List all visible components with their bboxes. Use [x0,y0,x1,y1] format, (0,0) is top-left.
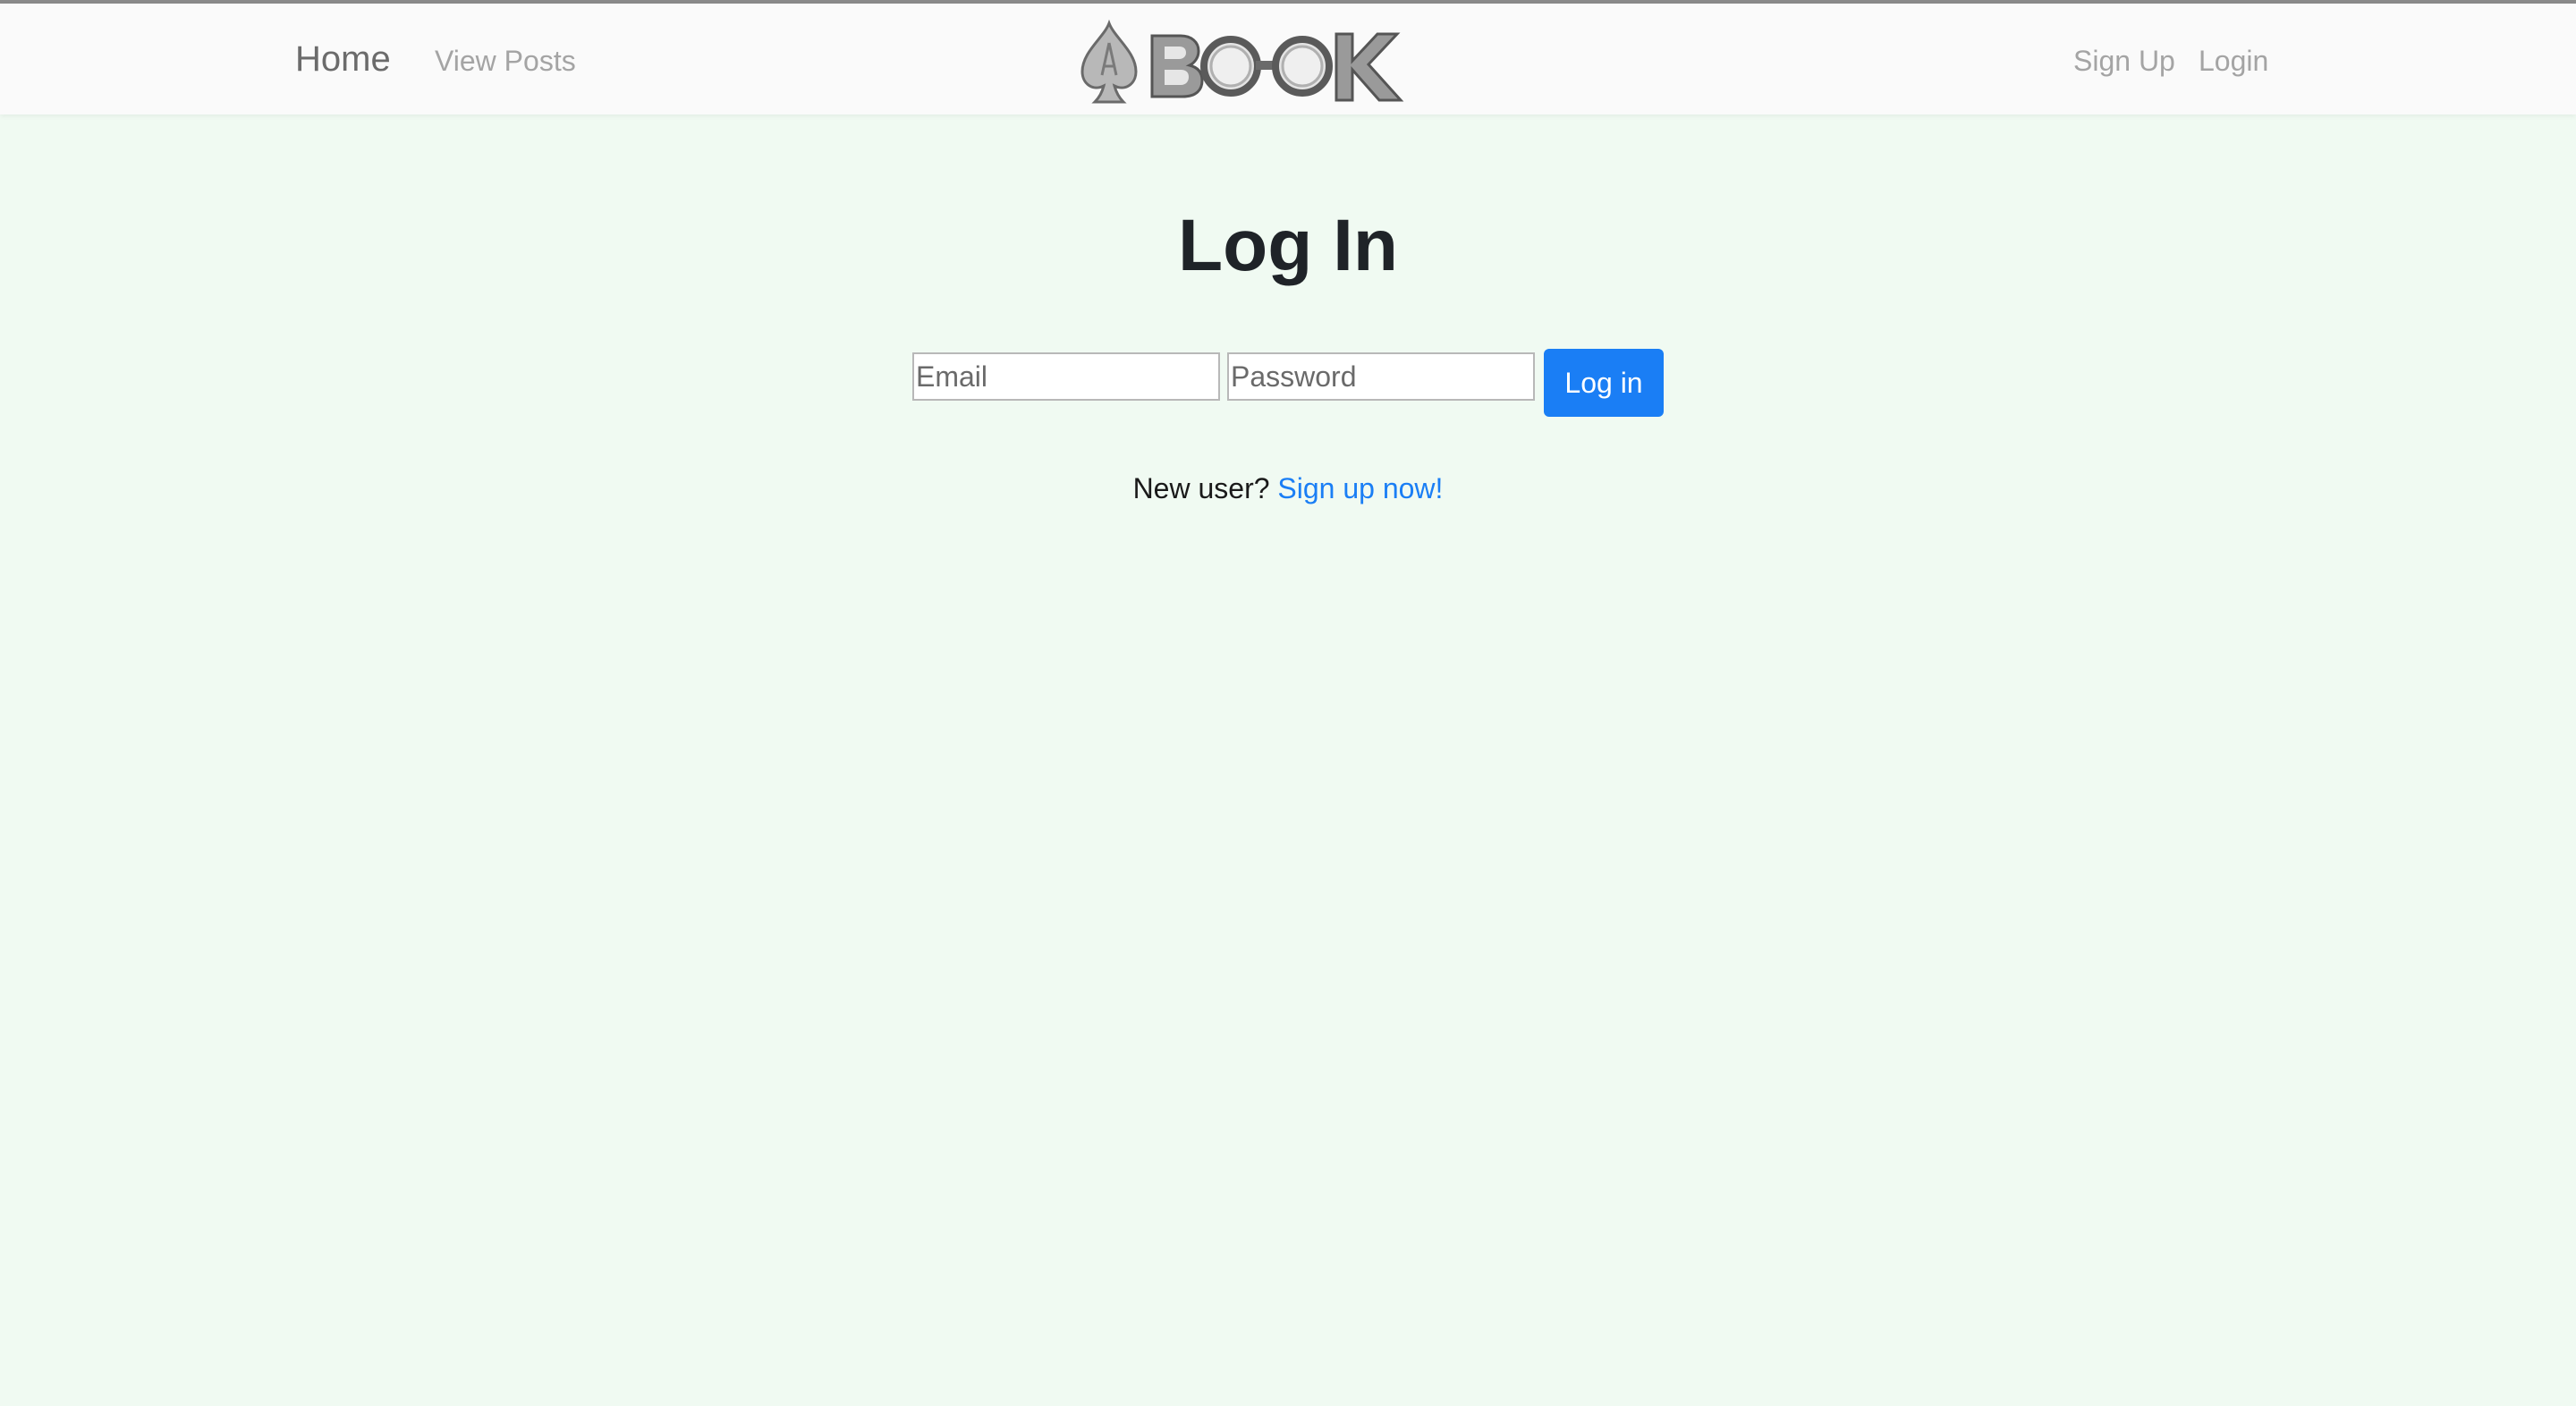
nav-signup-link[interactable]: Sign Up [2073,45,2175,78]
email-field[interactable] [912,352,1220,401]
nav-login-link[interactable]: Login [2199,45,2268,78]
logo[interactable] [1077,16,1413,107]
signup-prompt-text: New user? [1132,472,1270,504]
signup-link[interactable]: Sign up now! [1277,472,1443,504]
signup-prompt: New user? Sign up now! [0,472,2576,505]
page-title: Log In [1178,205,1398,286]
login-form: Log in [912,349,1665,419]
password-field[interactable] [1227,352,1535,401]
navbar: Home View Posts Sign Up Login [0,4,2576,114]
spade-book-glasses-logo-icon [1080,19,1404,104]
nav-view-posts-link[interactable]: View Posts [435,45,576,78]
login-button[interactable]: Log in [1544,349,1664,417]
nav-home-link[interactable]: Home [295,39,391,80]
